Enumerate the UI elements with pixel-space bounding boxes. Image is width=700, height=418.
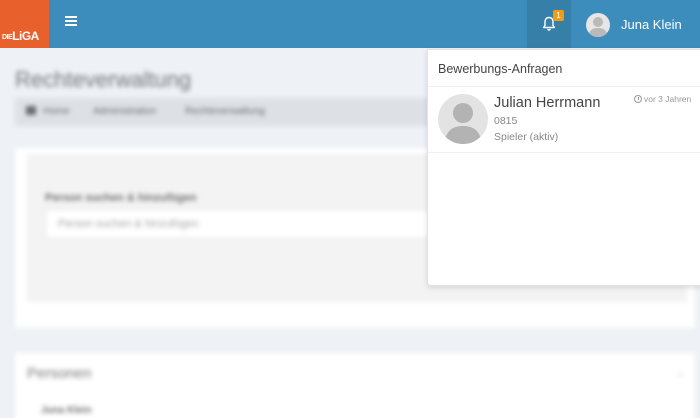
applicant-role: Spieler (aktiv) [494,131,559,143]
dropdown-title: Bewerbungs-Anfragen [438,62,563,76]
clock-icon [634,95,642,103]
notification-count-badge: 1 [553,10,564,21]
hamburger-icon[interactable] [64,14,82,32]
applicant-avatar-icon [438,94,488,144]
notifications-dropdown: Bewerbungs-Anfragen Julian Herrmann 0815… [427,49,700,286]
notifications-button[interactable] [527,0,571,48]
notification-time: vor 3 Jahren [634,94,691,104]
user-avatar-icon [586,13,610,37]
dropdown-header: Bewerbungs-Anfragen [428,50,700,87]
notification-time-text: vor 3 Jahren [644,94,692,104]
user-name[interactable]: Juna Klein [621,17,682,32]
logo[interactable]: DIELiGA [0,0,49,48]
applicant-name: Julian Herrmann [494,95,601,111]
logo-text: DIELiGA [2,29,39,43]
notification-item[interactable]: Julian Herrmann 0815 Spieler (aktiv) vor… [428,87,700,153]
applicant-code: 0815 [494,115,518,127]
